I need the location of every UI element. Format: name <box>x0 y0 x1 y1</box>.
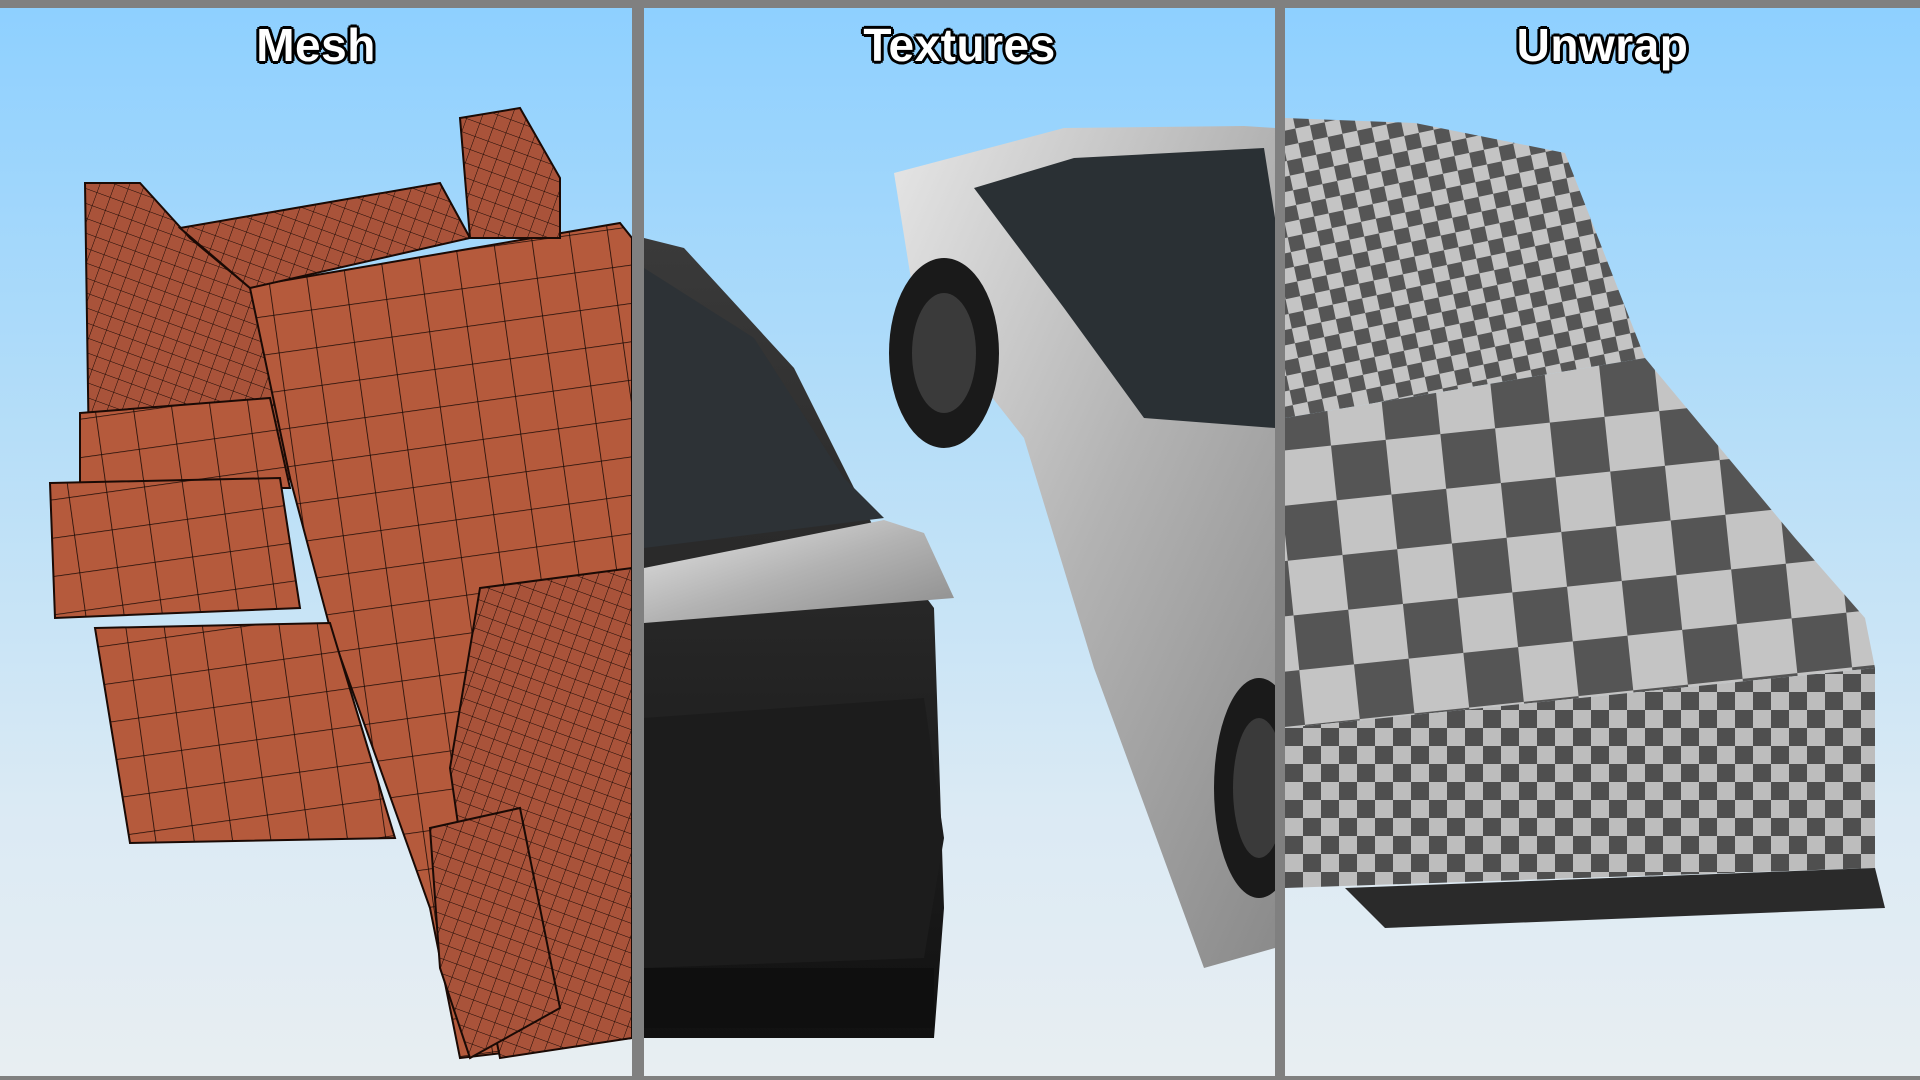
mesh-panel-title: Mesh <box>256 19 376 71</box>
textured-render-image <box>644 126 1275 1038</box>
textures-panel-title: Textures <box>863 19 1056 71</box>
textures-panel: Textures <box>644 8 1275 1076</box>
mesh-wireframe-image <box>48 106 632 1060</box>
uv-checker-render-image <box>1285 118 1885 928</box>
unwrap-panel: Unwrap <box>1285 8 1920 1076</box>
comparison-frame: Mesh Textures Unwrap <box>0 0 1920 1080</box>
mesh-panel: Mesh <box>0 8 632 1076</box>
unwrap-panel-title: Unwrap <box>1516 19 1689 71</box>
